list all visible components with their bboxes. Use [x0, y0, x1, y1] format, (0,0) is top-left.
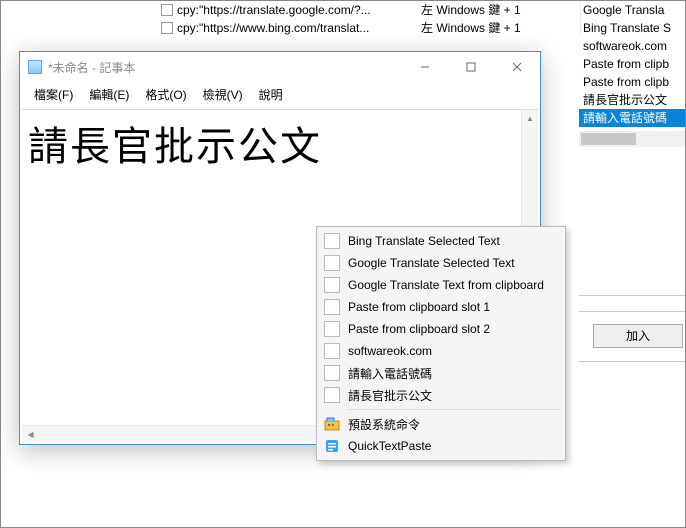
quicktextpaste-icon: [324, 438, 340, 454]
ctx-item-phone-number[interactable]: 請輸入電話號碼: [320, 362, 562, 384]
menubar: 檔案(F) 編輯(E) 格式(O) 檢視(V) 說明: [20, 82, 540, 109]
editor-content: 請長官批示公文: [22, 110, 538, 176]
menu-file[interactable]: 檔案(F): [26, 84, 81, 105]
list-item-selected[interactable]: 請輸入電話號碼: [579, 109, 685, 127]
window-title: *未命名 - 記事本: [48, 59, 135, 76]
ctx-item-google-translate-selected[interactable]: Google Translate Selected Text: [320, 252, 562, 274]
ctx-item-paste-slot-1[interactable]: Paste from clipboard slot 1: [320, 296, 562, 318]
background-list: Google Transla Bing Translate S software…: [579, 1, 685, 147]
tree-hotkey: 左 Windows 鍵 + 1: [421, 19, 581, 37]
list-item[interactable]: Google Transla: [579, 1, 685, 19]
titlebar[interactable]: *未命名 - 記事本: [20, 52, 540, 82]
page-icon: [161, 4, 173, 16]
ctx-label: Paste from clipboard slot 1: [348, 300, 490, 314]
list-item[interactable]: Paste from clipb: [579, 73, 685, 91]
page-icon: [324, 321, 340, 337]
ctx-label: Google Translate Selected Text: [348, 256, 515, 270]
tree-cmd: cpy:"https://translate.google.com/?...: [177, 3, 371, 17]
close-button[interactable]: [494, 52, 540, 82]
list-item[interactable]: 請長官批示公文: [579, 91, 685, 109]
ctx-label: 預設系統命令: [348, 416, 420, 433]
menu-help[interactable]: 說明: [251, 84, 291, 105]
page-icon: [324, 365, 340, 381]
notepad-app-icon: [28, 60, 42, 74]
page-icon: [324, 387, 340, 403]
divider: [579, 311, 685, 312]
maximize-button[interactable]: [448, 52, 494, 82]
ctx-label: Paste from clipboard slot 2: [348, 322, 490, 336]
list-item[interactable]: Bing Translate S: [579, 19, 685, 37]
list-scrollbar[interactable]: [579, 131, 685, 147]
page-icon: [324, 277, 340, 293]
list-item[interactable]: Paste from clipb: [579, 55, 685, 73]
ctx-item-preset-commands[interactable]: 預設系統命令: [320, 413, 562, 435]
ctx-item-google-translate-clipboard[interactable]: Google Translate Text from clipboard: [320, 274, 562, 296]
ctx-label: 請長官批示公文: [348, 387, 432, 404]
ctx-label: QuickTextPaste: [348, 439, 431, 453]
ctx-label: Google Translate Text from clipboard: [348, 278, 544, 292]
page-icon: [324, 255, 340, 271]
divider: [579, 361, 685, 362]
tree-hotkey: 左 Windows 鍵 + 1: [421, 1, 581, 19]
menu-format[interactable]: 格式(O): [137, 84, 194, 105]
ctx-item-paste-slot-2[interactable]: Paste from clipboard slot 2: [320, 318, 562, 340]
page-icon: [324, 299, 340, 315]
ctx-label: softwareok.com: [348, 344, 432, 358]
menu-view[interactable]: 檢視(V): [195, 84, 251, 105]
ctx-item-quicktextpaste[interactable]: QuickTextPaste: [320, 435, 562, 457]
context-menu: Bing Translate Selected Text Google Tran…: [316, 226, 566, 461]
menu-separator: [348, 409, 560, 410]
add-button[interactable]: 加入: [593, 324, 683, 348]
ctx-label: 請輸入電話號碼: [348, 365, 432, 382]
page-icon: [161, 22, 173, 34]
scroll-left-icon[interactable]: ◀: [22, 426, 39, 442]
divider: [579, 295, 685, 296]
minimize-button[interactable]: [402, 52, 448, 82]
ctx-item-softwareok[interactable]: softwareok.com: [320, 340, 562, 362]
list-item[interactable]: softwareok.com: [579, 37, 685, 55]
ctx-item-approve-document[interactable]: 請長官批示公文: [320, 384, 562, 406]
ctx-label: Bing Translate Selected Text: [348, 234, 500, 248]
scroll-up-icon[interactable]: ▲: [522, 110, 538, 127]
page-icon: [324, 233, 340, 249]
ctx-item-bing-translate[interactable]: Bing Translate Selected Text: [320, 230, 562, 252]
page-icon: [324, 343, 340, 359]
menu-edit[interactable]: 編輯(E): [81, 84, 137, 105]
tree-cmd: cpy:"https://www.bing.com/translat...: [177, 21, 369, 35]
preset-icon: [324, 416, 340, 432]
